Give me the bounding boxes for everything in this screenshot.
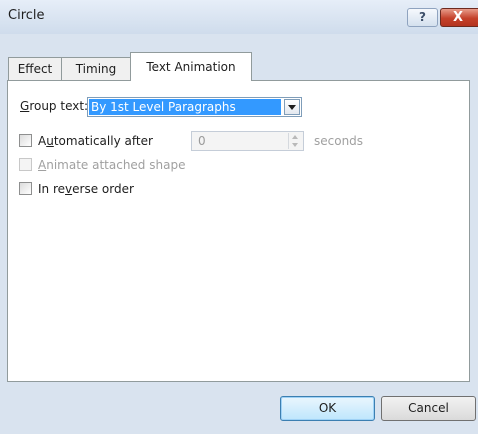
seconds-value: 0	[198, 134, 206, 148]
tab-text-animation[interactable]: Text Animation	[130, 52, 252, 81]
tab-effect[interactable]: Effect	[8, 57, 62, 80]
auto-after-seconds-input[interactable]: 0	[191, 131, 304, 151]
group-text-label: Group text:	[20, 99, 89, 113]
spin-up-icon[interactable]	[292, 135, 298, 139]
group-text-value: By 1st Level Paragraphs	[89, 99, 281, 115]
reverse-order-label: In reverse order	[38, 182, 134, 196]
spin-down-icon[interactable]	[292, 143, 298, 147]
close-button[interactable]: X	[440, 8, 478, 27]
title-bar[interactable]: Circle ? X	[0, 0, 478, 34]
spin-buttons[interactable]	[288, 133, 302, 149]
tab-panel: Group text: By 1st Level Paragraphs Auto…	[7, 80, 470, 382]
ok-button[interactable]: OK	[280, 396, 375, 421]
animate-shape-label: Animate attached shape	[38, 158, 186, 172]
animate-shape-checkbox[interactable]	[19, 158, 32, 171]
reverse-order-checkbox[interactable]	[19, 182, 32, 195]
chevron-down-icon[interactable]	[284, 99, 300, 115]
cancel-button[interactable]: Cancel	[381, 396, 476, 421]
seconds-unit-label: seconds	[314, 134, 364, 148]
auto-after-label: Automatically after	[38, 134, 153, 148]
help-button[interactable]: ?	[407, 8, 438, 27]
group-text-select[interactable]: By 1st Level Paragraphs	[87, 97, 302, 117]
tab-timing[interactable]: Timing	[61, 57, 131, 80]
window-title: Circle	[8, 8, 45, 23]
auto-after-checkbox[interactable]	[19, 134, 32, 147]
